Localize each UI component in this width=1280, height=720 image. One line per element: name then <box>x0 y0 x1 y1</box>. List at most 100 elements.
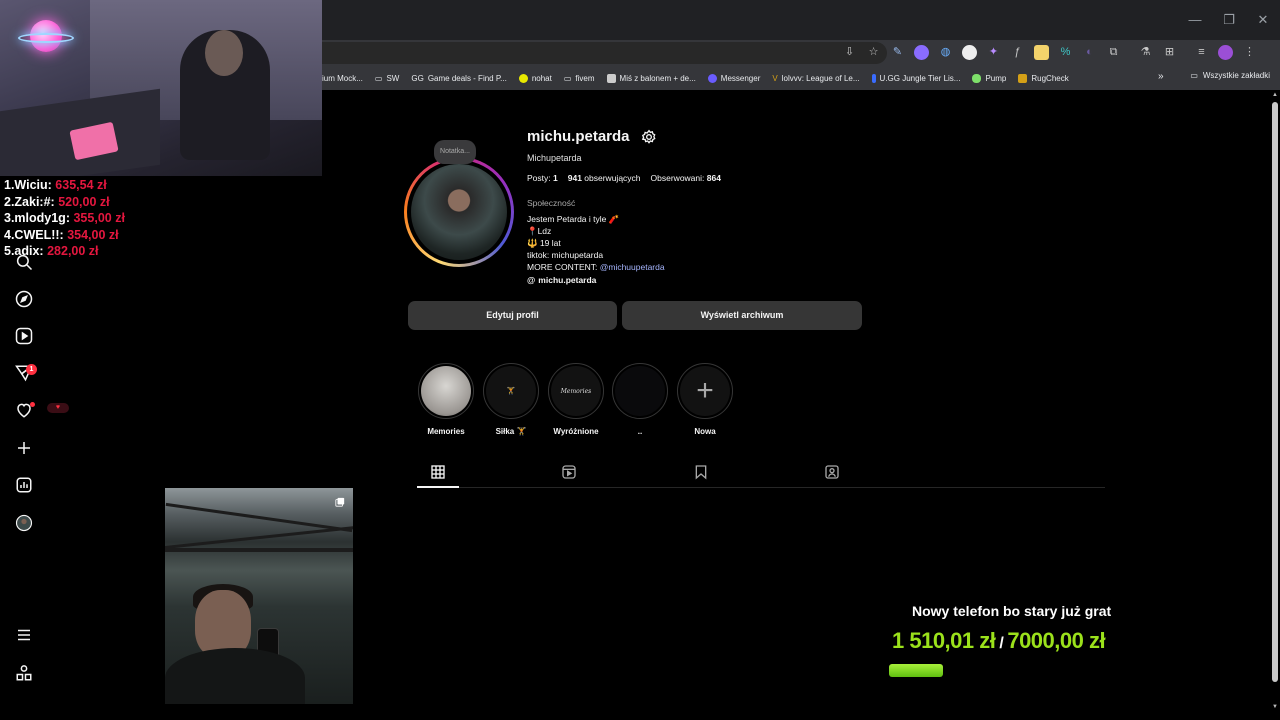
webcam-person-head <box>205 30 243 76</box>
puzzle-icon[interactable]: ⧉ <box>1106 45 1121 60</box>
reading-list-icon[interactable]: ≡ <box>1194 45 1209 60</box>
translate-icon[interactable]: ⚗ <box>1138 45 1153 60</box>
highlight-cover: Memories <box>551 366 601 416</box>
profile-full-name: Michupetarda <box>527 153 582 163</box>
extension-icon[interactable] <box>1034 45 1049 60</box>
leaderboard-row: 2.Zaki:#: 520,00 zł <box>4 194 110 209</box>
bookmark-star-icon[interactable]: ☆ <box>866 45 881 60</box>
profile-avatar-ring[interactable] <box>404 157 514 267</box>
bookmark-item[interactable]: GG Game deals - Find P... <box>411 74 506 83</box>
donation-leaderboard: 1.Wiciu: 635,54 zł 2.Zaki:#: 520,00 zł 3… <box>4 177 125 260</box>
bio-mention-link[interactable]: @michuupetarda <box>600 262 665 272</box>
bookmark-item[interactable]: Messenger <box>707 73 760 83</box>
extension-icon[interactable]: ◍ <box>938 45 953 60</box>
tagged-tab-icon[interactable] <box>824 464 840 480</box>
extension-icon[interactable] <box>962 45 977 60</box>
threads-icon: @ <box>527 275 536 285</box>
saved-tab-icon[interactable] <box>693 464 709 480</box>
profile-stats: Posty: 1 941 obserwujących Obserwowani: … <box>527 173 721 183</box>
create-icon[interactable] <box>15 439 33 457</box>
view-archive-button[interactable]: Wyświetl archiwum <box>622 301 862 330</box>
more-apps-icon[interactable] <box>15 664 33 682</box>
reels-tab-icon[interactable] <box>561 464 577 480</box>
highlight-item[interactable]: .. <box>612 363 668 436</box>
install-app-icon[interactable]: ⇩ <box>842 45 857 60</box>
webcam-overlay <box>0 0 322 176</box>
extension-icons: ⇩ ☆ ✎ ◍ ✦ ƒ % ◐ ⧉ ⚗ ⊞ ≡ ⋮ <box>842 45 1257 60</box>
bookmark-item[interactable]: RugCheck <box>1018 73 1069 83</box>
highlight-cover <box>421 366 471 416</box>
highlight-item[interactable]: Memories Wyróżnione <box>548 363 604 436</box>
window-controls: — ❐ ✕ <box>1178 12 1280 28</box>
goal-title: Nowy telefon bo stary już grat <box>912 603 1112 619</box>
edit-profile-button[interactable]: Edytuj profil <box>408 301 617 330</box>
notification-pill: ♥ <box>47 403 69 413</box>
address-bar[interactable] <box>322 42 887 64</box>
dashboard-icon[interactable] <box>15 476 33 494</box>
tab-search-icon[interactable]: ⊞ <box>1162 45 1177 60</box>
folder-icon: ▭ <box>374 73 383 83</box>
bookmark-item[interactable]: ium Mock... <box>322 74 363 83</box>
extension-icon[interactable]: ✦ <box>986 45 1001 60</box>
gear-icon[interactable] <box>641 129 657 145</box>
bookmark-item[interactable]: Pump <box>972 73 1006 83</box>
menu-icon[interactable] <box>15 626 33 644</box>
bookmark-item[interactable]: U.GG Jungle Tier Lis... <box>871 73 960 83</box>
messages-badge: 1 <box>26 364 37 375</box>
messenger-icon <box>707 73 717 83</box>
highlight-item[interactable]: 🏋 Siłka 🏋 <box>483 363 539 436</box>
bookmarks-overflow-button[interactable]: » <box>1158 71 1164 82</box>
goal-progress-fill <box>889 664 943 677</box>
scroll-down-arrow-icon[interactable]: ▼ <box>1271 704 1279 710</box>
avatar-icon[interactable] <box>1218 45 1233 60</box>
posts-grid-icon[interactable] <box>430 464 446 480</box>
goal-progress-bar <box>889 664 1139 677</box>
extension-icon[interactable]: ƒ <box>1010 45 1025 60</box>
notification-dot <box>30 402 35 407</box>
extension-icon[interactable] <box>914 45 929 60</box>
profile-category: Społeczność <box>527 198 576 208</box>
new-highlight-button[interactable]: + Nowa <box>677 363 733 436</box>
folder-icon: ▭ <box>1190 71 1198 80</box>
browser-menu-icon[interactable]: ⋮ <box>1242 45 1257 60</box>
note-bubble[interactable]: Notatka... <box>434 140 476 164</box>
followers-stat[interactable]: 941 obserwujących <box>568 173 641 183</box>
restore-button[interactable]: ❐ <box>1212 12 1246 28</box>
ugg-favicon-icon <box>871 73 876 83</box>
extension-icon[interactable]: ◐ <box>1082 45 1097 60</box>
pump-pill-icon <box>972 73 982 83</box>
explore-icon[interactable] <box>15 290 33 308</box>
leaderboard-row: 1.Wiciu: 635,54 zł <box>4 178 107 192</box>
scrollbar-thumb[interactable] <box>1272 102 1278 682</box>
highlight-item[interactable]: Memories <box>418 363 474 436</box>
search-icon[interactable] <box>15 253 33 271</box>
all-bookmarks-button[interactable]: ▭ Wszystkie zakładki <box>1190 71 1270 80</box>
extension-icon[interactable]: % <box>1058 45 1073 60</box>
profile-avatar-icon[interactable] <box>15 514 33 532</box>
goal-current: 1 510,01 zł <box>892 628 996 653</box>
following-stat[interactable]: Obserwowani: 864 <box>651 173 721 183</box>
tabs-divider <box>417 487 1105 488</box>
posts-stat: Posty: 1 <box>527 173 558 183</box>
threads-link[interactable]: @ michu.petarda <box>527 275 596 285</box>
scroll-up-arrow-icon[interactable]: ▲ <box>1271 92 1279 98</box>
lolvvv-favicon-icon: V <box>772 73 778 83</box>
page-scrollbar[interactable]: ▲ ▼ <box>1270 92 1280 720</box>
bookmark-item[interactable]: Miś z balonem + de... <box>606 73 696 83</box>
profile-bio: Jestem Petarda i tyle 🧨 📍Ldz 🔱 19 lat ti… <box>527 214 665 272</box>
bookmark-folder[interactable]: ▭ fivem <box>564 74 595 83</box>
page-favicon-icon <box>606 73 616 83</box>
minimize-button[interactable]: — <box>1178 12 1212 28</box>
plus-icon: + <box>680 366 730 416</box>
bookmark-item[interactable]: nohat <box>518 73 552 83</box>
gg-favicon-icon: GG <box>411 73 424 83</box>
goal-target: 7000,00 zł <box>1007 628 1106 653</box>
bookmark-item[interactable]: Vlolvvv: League of Le... <box>772 74 859 83</box>
rugcheck-favicon-icon <box>1018 73 1028 83</box>
multiple-photos-icon <box>335 494 345 507</box>
bookmark-folder[interactable]: ▭ SW <box>375 74 399 83</box>
post-thumbnail[interactable] <box>165 488 353 704</box>
reels-icon[interactable] <box>15 327 33 345</box>
extension-eyedropper-icon[interactable]: ✎ <box>890 45 905 60</box>
close-window-button[interactable]: ✕ <box>1246 12 1280 28</box>
